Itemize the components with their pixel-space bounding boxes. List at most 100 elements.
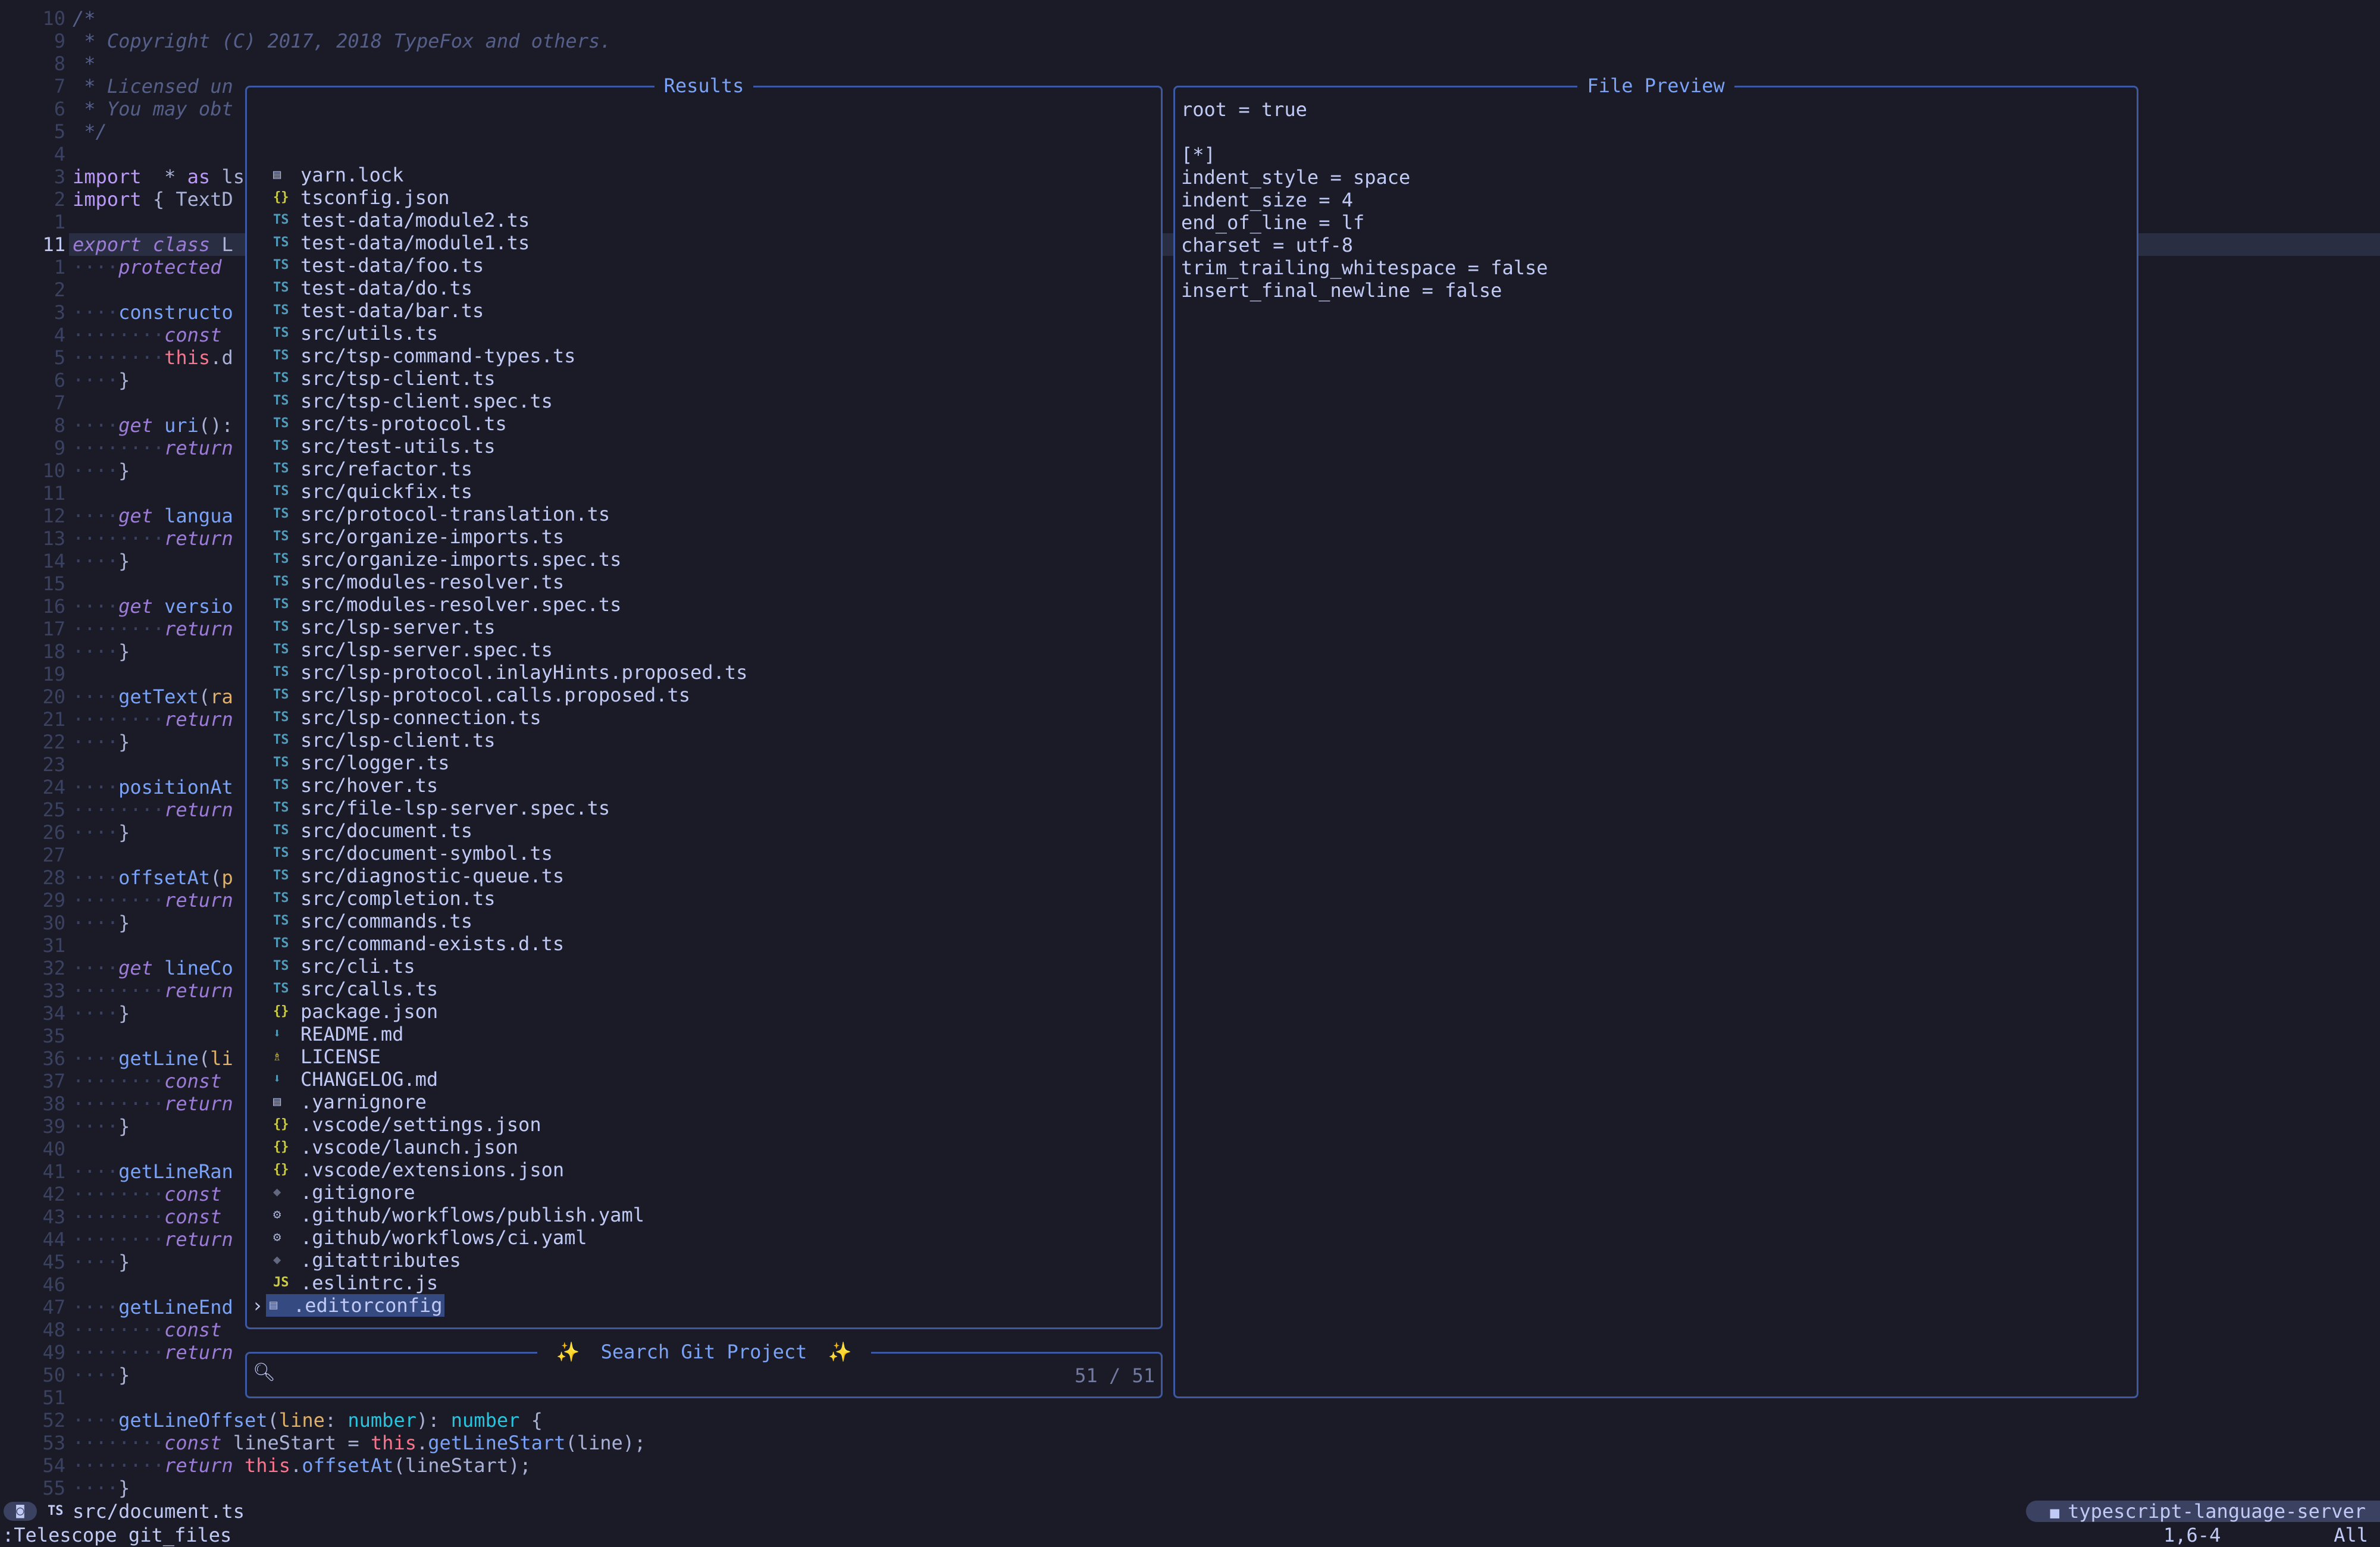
preview-line: charset = utf-8 <box>1181 234 1353 256</box>
typescript-icon: TS <box>273 778 289 793</box>
line-number: 20 <box>42 685 65 708</box>
line-number: 43 <box>42 1205 65 1228</box>
result-item[interactable]: ⚙ .github/workflows/ci.yaml <box>247 1226 1161 1249</box>
selection-caret-icon: › <box>252 1294 264 1317</box>
result-label: src/cli.ts <box>300 955 415 978</box>
result-item[interactable]: TS src/quickfix.ts <box>247 480 1161 503</box>
result-item[interactable]: TS src/modules-resolver.spec.ts <box>247 593 1161 616</box>
result-item[interactable]: TS test-data/do.ts <box>247 277 1161 299</box>
result-item[interactable]: TS src/calls.ts <box>247 978 1161 1000</box>
git-icon: ◆ <box>273 1252 281 1267</box>
line-number: 31 <box>42 934 65 957</box>
line-number: 6 <box>54 369 65 392</box>
result-item[interactable]: ▤ .yarnignore <box>247 1091 1161 1113</box>
result-item[interactable]: TS test-data/module1.ts <box>247 231 1161 254</box>
typescript-icon: TS <box>48 1504 64 1518</box>
code-line: * Copyright (C) 2017, 2018 TypeFox and o… <box>73 30 612 52</box>
result-item[interactable]: TS src/lsp-server.spec.ts <box>247 638 1161 661</box>
json-icon: {} <box>273 190 289 205</box>
result-item[interactable]: TS src/tsp-client.ts <box>247 367 1161 390</box>
result-item[interactable]: {} .vscode/settings.json <box>247 1113 1161 1136</box>
line-number: 48 <box>42 1319 65 1341</box>
result-label: src/ts-protocol.ts <box>300 412 507 435</box>
result-item[interactable]: TS src/document.ts <box>247 819 1161 842</box>
gear-icon: ⚙ <box>273 1207 281 1222</box>
result-item[interactable]: TS src/organize-imports.spec.ts <box>247 548 1161 571</box>
result-label: src/test-utils.ts <box>300 435 496 458</box>
result-label: .editorconfig <box>293 1294 443 1317</box>
results-list[interactable]: ▤ yarn.lock {} tsconfig.json TS test-data/mod… <box>247 164 1161 1317</box>
typescript-icon: TS <box>273 710 289 725</box>
result-item[interactable]: TS src/organize-imports.ts <box>247 525 1161 548</box>
preview-line: insert_final_newline = false <box>1181 279 1502 302</box>
result-item[interactable]: TS src/hover.ts <box>247 774 1161 797</box>
result-item[interactable]: TS test-data/module2.ts <box>247 209 1161 231</box>
result-item[interactable]: TS src/utils.ts <box>247 322 1161 345</box>
line-number: 15 <box>42 572 65 595</box>
line-number: 2 <box>54 188 65 211</box>
line-number: 6 <box>54 98 65 120</box>
preview-line: end_of_line = lf <box>1181 211 1365 234</box>
result-item[interactable]: TS src/logger.ts <box>247 751 1161 774</box>
result-item-selected[interactable]: › ▤ .editorconfig <box>247 1294 1161 1317</box>
result-label: src/quickfix.ts <box>300 480 472 503</box>
result-item[interactable]: ◆ .gitignore <box>247 1181 1161 1204</box>
result-item[interactable]: TS src/lsp-client.ts <box>247 729 1161 751</box>
result-label: src/organize-imports.ts <box>300 525 565 548</box>
result-item[interactable]: TS src/diagnostic-queue.ts <box>247 865 1161 887</box>
result-item[interactable]: TS src/completion.ts <box>247 887 1161 910</box>
result-label: CHANGELOG.md <box>300 1068 439 1091</box>
result-item[interactable]: {} .vscode/launch.json <box>247 1136 1161 1158</box>
result-item[interactable]: TS src/command-exists.d.ts <box>247 932 1161 955</box>
typescript-icon: TS <box>273 416 289 431</box>
result-label: .yarnignore <box>300 1091 427 1113</box>
prompt-window[interactable]: ✨ Search Git Project ✨ 🔍︎ 51 / 51 <box>245 1341 1163 1398</box>
result-label: .vscode/settings.json <box>300 1113 541 1136</box>
command-line[interactable]: :Telescope git_files 1,6-4 All <box>0 1523 2380 1547</box>
result-item[interactable]: JS .eslintrc.js <box>247 1272 1161 1294</box>
result-item[interactable]: ⚙ .github/workflows/publish.yaml <box>247 1204 1161 1226</box>
result-item[interactable]: ♗ LICENSE <box>247 1045 1161 1068</box>
result-item[interactable]: TS src/lsp-connection.ts <box>247 706 1161 729</box>
result-item[interactable]: TS src/refactor.ts <box>247 458 1161 480</box>
result-label: src/commands.ts <box>300 910 472 932</box>
result-item[interactable]: ▤ yarn.lock <box>247 164 1161 186</box>
typescript-icon: TS <box>273 393 289 408</box>
result-item[interactable]: TS src/file-lsp-server.spec.ts <box>247 797 1161 819</box>
typescript-icon: TS <box>273 212 289 227</box>
result-item[interactable]: TS src/ts-protocol.ts <box>247 412 1161 435</box>
result-label: .eslintrc.js <box>300 1272 439 1294</box>
result-label: src/logger.ts <box>300 751 450 774</box>
result-count: 51 / 51 <box>1075 1364 1155 1387</box>
result-item[interactable]: TS test-data/bar.ts <box>247 299 1161 322</box>
result-label: src/hover.ts <box>300 774 439 797</box>
line-number: 1 <box>54 256 65 278</box>
result-item[interactable]: {} .vscode/extensions.json <box>247 1158 1161 1181</box>
result-item[interactable]: TS src/lsp-protocol.calls.proposed.ts <box>247 684 1161 706</box>
result-item[interactable]: TS src/tsp-command-types.ts <box>247 345 1161 367</box>
code-line: ········return this.offsetAt(lineStart); <box>73 1454 531 1477</box>
result-label: src/document.ts <box>300 819 472 842</box>
result-item[interactable]: ⬇ CHANGELOG.md <box>247 1068 1161 1091</box>
result-item[interactable]: TS src/commands.ts <box>247 910 1161 932</box>
line-number: 18 <box>42 640 65 663</box>
statusline: ◙ TS src/document.ts ■ typescript-languag… <box>0 1499 2380 1523</box>
line-number: 4 <box>54 143 65 165</box>
result-item[interactable]: TS src/lsp-server.ts <box>247 616 1161 638</box>
result-item[interactable]: TS test-data/foo.ts <box>247 254 1161 277</box>
result-label: src/file-lsp-server.spec.ts <box>300 797 610 819</box>
result-item[interactable]: TS src/document-symbol.ts <box>247 842 1161 865</box>
line-number: 45 <box>42 1251 65 1273</box>
preview-title: File Preview <box>1175 74 2137 97</box>
result-item[interactable]: {} package.json <box>247 1000 1161 1023</box>
result-item[interactable]: ⬇ README.md <box>247 1023 1161 1045</box>
result-item[interactable]: TS src/modules-resolver.ts <box>247 571 1161 593</box>
result-item[interactable]: TS src/cli.ts <box>247 955 1161 978</box>
result-item[interactable]: {} tsconfig.json <box>247 186 1161 209</box>
line-number: 53 <box>42 1432 65 1454</box>
result-item[interactable]: TS src/test-utils.ts <box>247 435 1161 458</box>
result-item[interactable]: TS src/lsp-protocol.inlayHints.proposed.t… <box>247 661 1161 684</box>
result-item[interactable]: TS src/tsp-client.spec.ts <box>247 390 1161 412</box>
result-item[interactable]: ◆ .gitattributes <box>247 1249 1161 1272</box>
result-item[interactable]: TS src/protocol-translation.ts <box>247 503 1161 525</box>
